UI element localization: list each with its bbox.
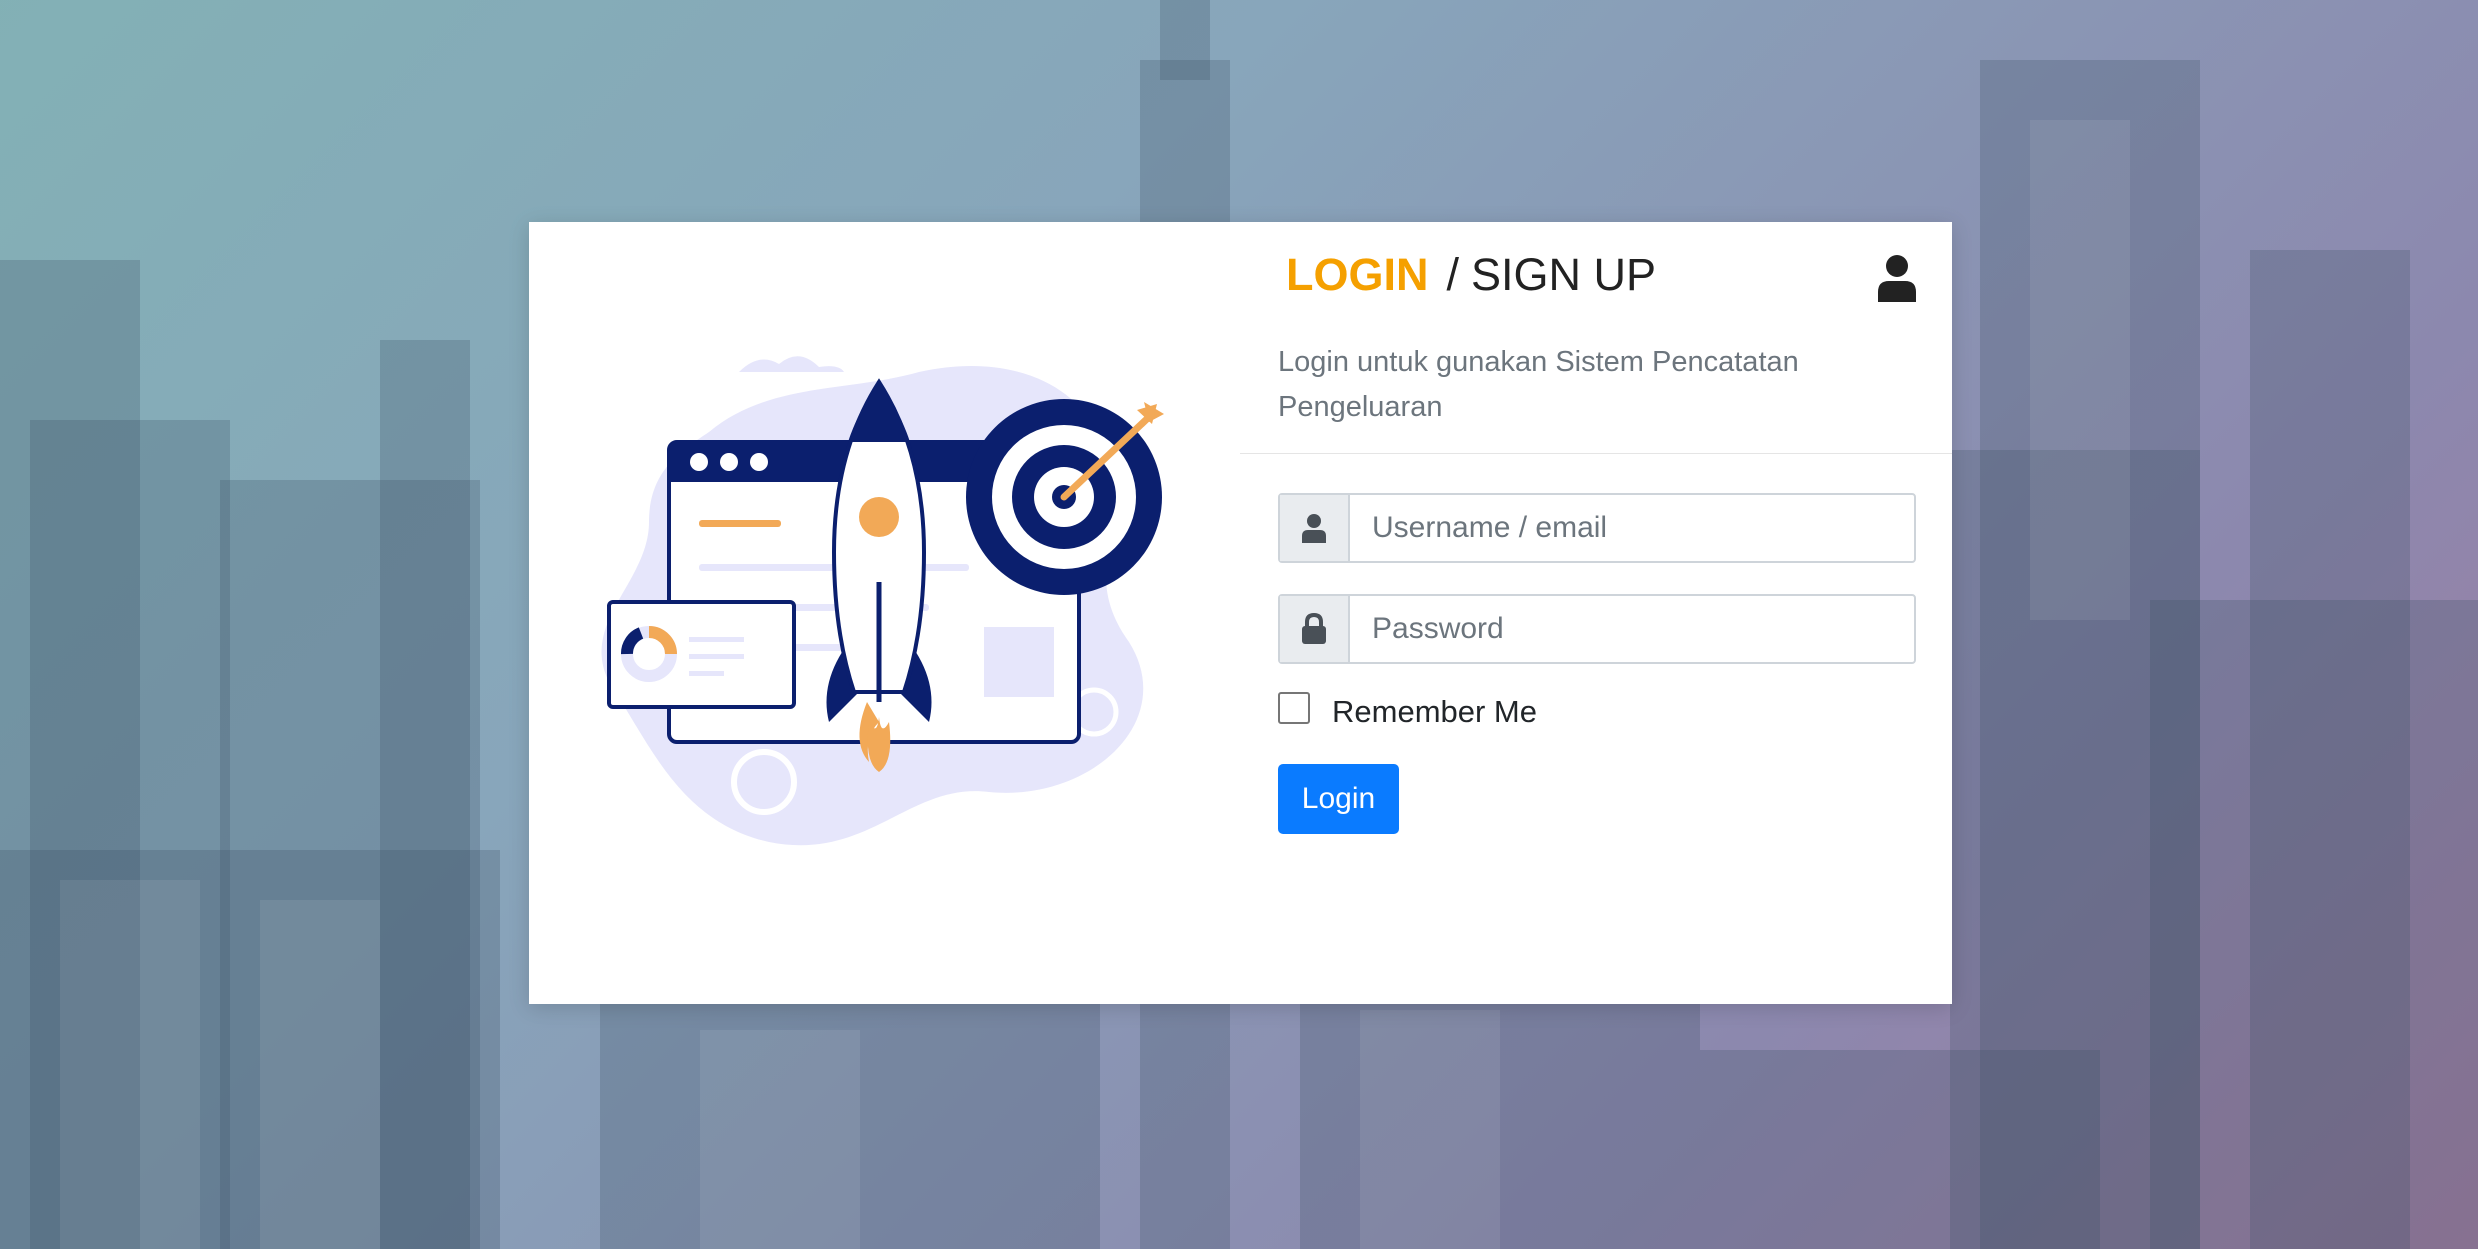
startup-illustration-image [601, 356, 1164, 846]
login-subtitle: Login untuk gunakan Sistem Pencatatan Pe… [1278, 346, 1799, 423]
divider [1240, 453, 1952, 454]
remember-me: Remember Me [1278, 692, 1537, 730]
username-input-group [1278, 493, 1916, 563]
remember-me-checkbox[interactable] [1278, 692, 1310, 724]
rocket-illustration [589, 342, 1189, 882]
login-button[interactable]: Login [1278, 764, 1399, 834]
tab-signup[interactable]: SIGN UP [1471, 249, 1656, 300]
password-input-group [1278, 594, 1916, 664]
login-card: LOGIN / SIGN UP Login untuk gunakan Sistem… [529, 222, 1952, 1004]
login-panel: LOGIN / SIGN UP Login untuk gunakan Sistem… [1240, 222, 1952, 1004]
title-separator: / [1446, 249, 1460, 300]
username-input[interactable] [1350, 495, 1914, 561]
user-icon [1280, 495, 1350, 561]
password-input[interactable] [1350, 596, 1914, 662]
remember-me-label[interactable]: Remember Me [1332, 694, 1537, 730]
page-title: LOGIN / SIGN UP [1286, 252, 1656, 297]
user-icon [1876, 254, 1918, 302]
lock-icon [1280, 596, 1350, 662]
tab-login[interactable]: LOGIN [1286, 249, 1429, 300]
